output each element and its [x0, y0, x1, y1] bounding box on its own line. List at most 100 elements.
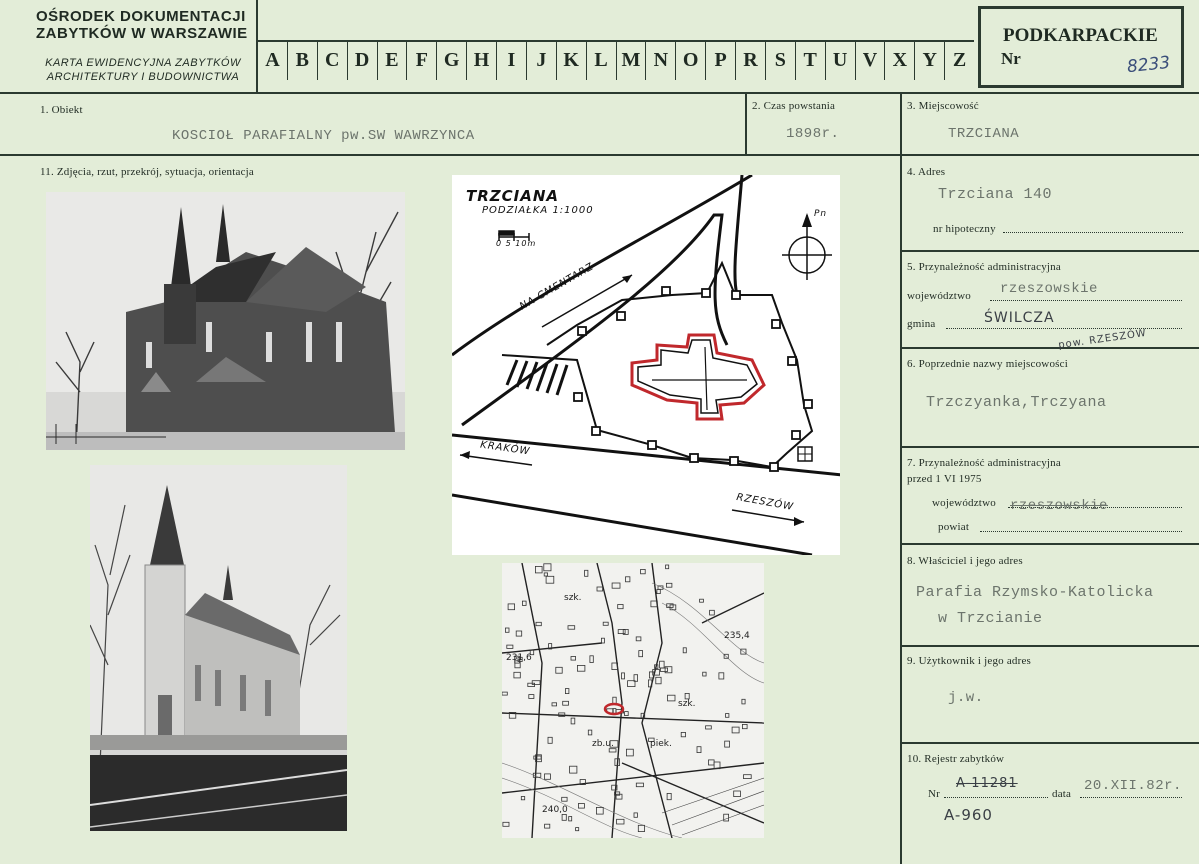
obiekt-label: 1. Obiekt	[40, 104, 83, 116]
index-letter: Z	[944, 40, 974, 80]
wlasciciel-label: 8. Właściciel i jego adres	[907, 555, 1023, 567]
rejestr-nr-label: Nr	[928, 788, 941, 800]
index-letter: X	[884, 40, 914, 80]
rule	[900, 347, 1199, 349]
index-letter: N	[645, 40, 675, 80]
rejestr-nr-struck: A-11281	[956, 776, 1018, 791]
sketch-scale: PODZIAŁKA 1:1000	[482, 205, 594, 216]
index-letter: Y	[914, 40, 944, 80]
region-name: PODKARPACKIE	[1003, 25, 1158, 46]
index-letter: V	[854, 40, 885, 80]
rule	[0, 92, 1199, 94]
index-letter: J	[525, 40, 556, 80]
rule	[900, 742, 1199, 744]
nr-value: 8233	[1126, 52, 1172, 78]
index-letter: S	[764, 40, 795, 80]
obiekt-value: KOSCIOŁ PARAFIALNY pw.SW WAWRZYNCA	[172, 128, 475, 144]
index-letter: H	[466, 40, 496, 80]
czas-label: 2. Czas powstania	[752, 100, 836, 112]
topo-label: szk.	[564, 593, 582, 603]
rule	[900, 446, 1199, 448]
dotted-line	[1080, 797, 1182, 798]
church-photo-2	[90, 465, 347, 831]
index-letter: F	[406, 40, 436, 80]
rejestr-nr-new: A-960	[944, 806, 993, 824]
index-letter: K	[555, 40, 586, 80]
zdjecia-label: 11. Zdjęcia, rzut, przekrój, sytuacja, o…	[40, 166, 255, 178]
topo-label: piek.	[650, 739, 672, 749]
index-letter: T	[794, 40, 825, 80]
przyn75-label: 7. Przynależność administracyjna	[907, 457, 1061, 469]
miejscowosc-value: TRZCIANA	[948, 126, 1020, 142]
index-letter: B	[286, 40, 317, 80]
przyn75-label-2: przed 1 VI 1975	[907, 473, 982, 485]
woj-value: rzeszowskie	[1000, 281, 1098, 297]
dotted-line	[990, 300, 1182, 301]
topo-label: 231,6	[506, 653, 532, 663]
adres-value: Trzciana 140	[938, 186, 1053, 203]
topo-label: 235,4	[724, 631, 750, 641]
sketch-title: TRZCIANA	[466, 187, 560, 205]
data-label: data	[1052, 788, 1072, 800]
miejscowosc-label: 3. Miejscowość	[907, 100, 979, 112]
church-photo-1	[46, 192, 405, 450]
card-type-line-2: ARCHITEKTURY I BUDOWNICTWA	[46, 71, 240, 83]
index-letter: L	[585, 40, 616, 80]
gmina-value: ŚWILCZA	[984, 310, 1055, 326]
dotted-line	[946, 328, 1182, 329]
index-letter: P	[705, 40, 735, 80]
card-type-line-1: KARTA EWIDENCYJNA ZABYTKÓW	[45, 57, 241, 69]
topo-label: zb.u.	[592, 739, 614, 749]
region-box: PODKARPACKIE Nr 8233	[978, 6, 1184, 88]
dotted-line	[1003, 232, 1183, 233]
index-letter: G	[436, 40, 466, 80]
woj75-label: województwo	[932, 497, 996, 509]
uzytkownik-value: j.w.	[948, 690, 984, 706]
rule	[745, 92, 747, 154]
card-type: KARTA EWIDENCYJNA ZABYTKÓW ARCHITEKTURY …	[32, 56, 254, 84]
index-letter: C	[316, 40, 347, 80]
alphabet-index: ABCDEFGHIJKLMNOPRSTUVXYZ	[258, 40, 974, 80]
index-letter: D	[346, 40, 377, 80]
dotted-line	[980, 531, 1182, 532]
site-sketch: TRZCIANA PODZIAŁKA 1:1000 0 5 10m Pn NA …	[452, 175, 840, 555]
index-letter: U	[824, 40, 855, 80]
index-letter: R	[735, 40, 765, 80]
topo-map: szk. 235,4 231,6 szk. zb.u. piek. 240,0	[502, 563, 764, 838]
hipoteczny-label: nr hipoteczny	[933, 223, 996, 235]
nr-label: Nr	[1001, 49, 1021, 68]
woj-label: województwo	[907, 290, 971, 302]
czas-value: 1898r.	[786, 126, 840, 142]
dotted-line	[944, 797, 1048, 798]
rule	[900, 92, 902, 864]
index-letter: M	[615, 40, 646, 80]
sketch-scale-ticks: 0 5 10m	[496, 239, 537, 248]
wlasciciel-line-2: w Trzcianie	[938, 610, 1043, 627]
rule	[900, 645, 1199, 647]
przyn-label: 5. Przynależność administracyjna	[907, 261, 1061, 273]
uzytkownik-label: 9. Użytkownik i jego adres	[907, 655, 1032, 667]
record-card: OŚRODEK DOKUMENTACJI ZABYTKÓW W WARSZAWI…	[0, 0, 1199, 864]
topo-label: 240,0	[542, 805, 568, 815]
rule	[900, 543, 1199, 545]
poprz-value: Trzczyanka,Trczyana	[926, 394, 1107, 411]
rule	[900, 250, 1199, 252]
organization-name: OŚRODEK DOKUMENTACJI ZABYTKÓW W WARSZAWI…	[36, 8, 248, 42]
topo-label: szk.	[678, 699, 696, 709]
index-letter: I	[496, 40, 526, 80]
data-value: 20.XII.82r.	[1084, 778, 1182, 794]
rejestr-label: 10. Rejestr zabytków	[907, 753, 1005, 765]
powiat-label: powiat	[938, 521, 970, 533]
adres-label: 4. Adres	[907, 166, 946, 178]
gmina-label: gmina	[907, 318, 936, 330]
poprz-label: 6. Poprzednie nazwy miejscowości	[907, 358, 1068, 370]
index-letter: A	[265, 49, 280, 71]
index-letter: O	[675, 40, 705, 80]
sketch-north: Pn	[814, 209, 828, 219]
org-line-2: ZABYTKÓW W WARSZAWIE	[36, 25, 248, 42]
org-line-1: OŚRODEK DOKUMENTACJI	[36, 8, 246, 25]
wlasciciel-line-1: Parafia Rzymsko-Katolicka	[916, 584, 1154, 601]
woj75-value: rzeszowskie	[1010, 498, 1108, 514]
rule	[0, 154, 1199, 156]
index-letter: E	[376, 40, 407, 80]
